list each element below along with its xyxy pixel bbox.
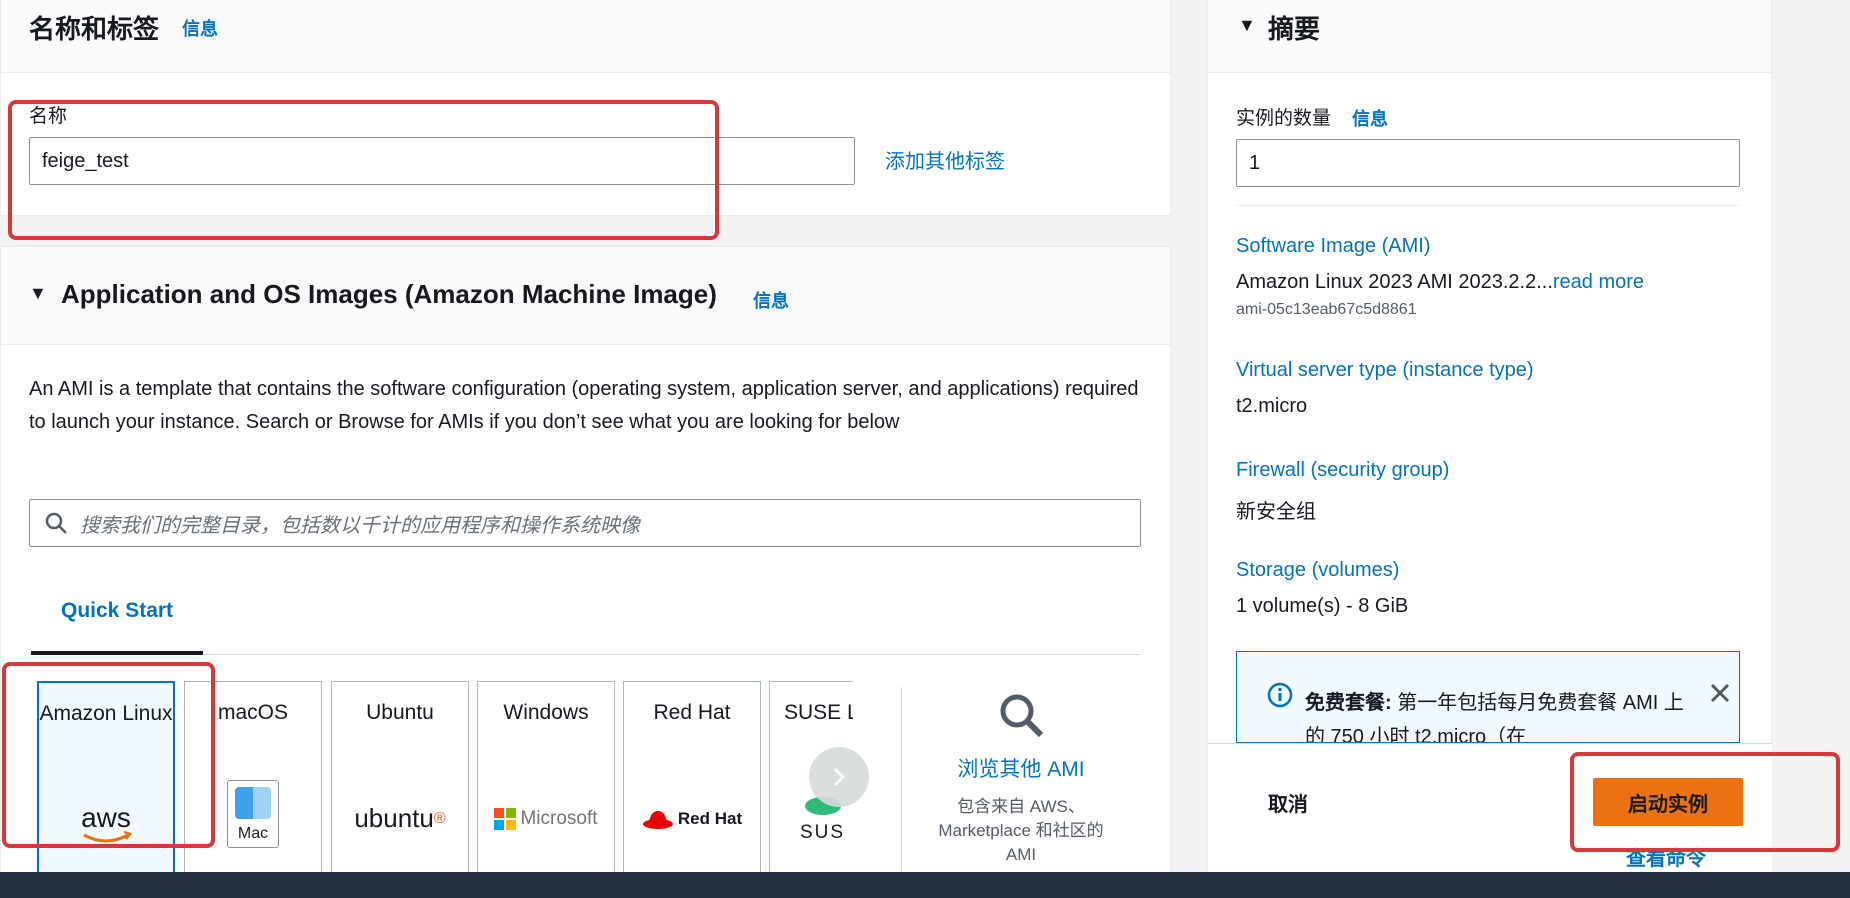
ami-id: ami-05c13eab67c5d8861 <box>1236 301 1417 318</box>
instances-input-value: 1 <box>1249 151 1261 174</box>
aws-logo-icon: aws <box>39 803 173 847</box>
free-tier-alert: 免费套餐: 第一年包括每月免费套餐 AMI 上的 750 小时 t2.micro… <box>1236 651 1740 743</box>
name-and-tags-panel: 名称和标签 信息 名称 feige_test 添加其他标签 <box>0 0 1171 216</box>
search-icon <box>45 512 67 534</box>
tiles-divider <box>901 687 902 887</box>
view-command-link[interactable]: 查看命令 <box>1626 842 1706 871</box>
tab-quick-start[interactable]: Quick Start <box>61 599 173 623</box>
instances-info-link[interactable]: 信息 <box>1352 105 1388 131</box>
cancel-button[interactable]: 取消 <box>1268 788 1308 817</box>
info-icon <box>1267 682 1293 708</box>
ami-info-link[interactable]: 信息 <box>753 287 789 313</box>
ami-panel: ▼ Application and OS Images (Amazon Mach… <box>0 246 1171 898</box>
summary-panel: ▼ 摘要 实例的数量 信息 1 Software Image (AMI) Ama… <box>1207 0 1773 898</box>
bottom-bar <box>0 872 1850 898</box>
name-label: 名称 <box>29 106 68 127</box>
firewall-label[interactable]: Firewall (security group) <box>1236 459 1449 482</box>
summary-title: 摘要 <box>1268 14 1321 44</box>
ami-search-input[interactable]: 搜索我们的完整目录，包括数以千计的应用程序和操作系统映像 <box>29 499 1141 547</box>
firewall-value: 新安全组 <box>1236 501 1316 523</box>
microsoft-logo-icon: Microsoft <box>478 802 614 835</box>
tile-label: Ubuntu <box>366 701 434 724</box>
instances-input[interactable]: 1 <box>1236 139 1740 187</box>
tile-label: Windows <box>503 701 589 724</box>
tile-ubuntu[interactable]: Ubuntu ubuntu ® <box>331 681 469 881</box>
tile-label: Amazon Linux <box>39 702 173 725</box>
summary-divider <box>1236 205 1740 206</box>
tile-windows[interactable]: Windows Microsoft <box>477 681 615 881</box>
chevron-right-icon <box>833 767 846 787</box>
summary-header: ▼ 摘要 <box>1208 0 1771 73</box>
tile-red-hat[interactable]: Red Hat Red Hat <box>623 681 761 881</box>
mac-logo-icon: Mac <box>185 780 321 848</box>
ami-summary-label[interactable]: Software Image (AMI) <box>1236 235 1431 258</box>
name-input-value: feige_test <box>42 149 129 172</box>
instances-label: 实例的数量 <box>1236 108 1332 129</box>
name-and-tags-header: 名称和标签 信息 <box>1 0 1170 73</box>
ami-title: Application and OS Images (Amazon Machin… <box>61 279 717 309</box>
search-placeholder: 搜索我们的完整目录，包括数以千计的应用程序和操作系统映像 <box>80 514 640 537</box>
ami-header: ▼ Application and OS Images (Amazon Mach… <box>1 247 1170 345</box>
tile-label: SUSE Li <box>784 701 853 724</box>
browse-more-amis-description: 包含来自 AWS、Marketplace 和社区的 AMI <box>938 797 1104 864</box>
read-more-link[interactable]: read more <box>1553 271 1644 293</box>
redhat-logo-icon: Red Hat <box>624 802 760 835</box>
tile-amazon-linux[interactable]: Amazon Linux aws <box>37 681 175 881</box>
storage-value: 1 volume(s) - 8 GiB <box>1236 595 1409 617</box>
tile-macos[interactable]: macOS Mac <box>184 681 322 881</box>
name-and-tags-title: 名称和标签 <box>29 14 160 44</box>
scroll-next-button[interactable] <box>809 747 869 807</box>
launch-instance-button[interactable]: 启动实例 <box>1593 778 1743 826</box>
add-tags-link[interactable]: 添加其他标签 <box>885 145 1005 174</box>
browse-more-amis-link[interactable]: 浏览其他 AMI <box>921 753 1121 783</box>
page-right-margin <box>1772 0 1850 872</box>
tab-active-indicator <box>31 651 203 655</box>
instance-type-value: t2.micro <box>1236 395 1308 417</box>
svg-text:aws: aws <box>81 803 131 833</box>
instance-type-label[interactable]: Virtual server type (instance type) <box>1236 359 1534 382</box>
free-tier-text: 免费套餐: 第一年包括每月免费套餐 AMI 上的 750 小时 t2.micro… <box>1305 692 1684 743</box>
browse-search-icon <box>1000 694 1044 738</box>
name-input[interactable]: feige_test <box>29 137 855 185</box>
storage-label[interactable]: Storage (volumes) <box>1236 559 1399 582</box>
tile-label: macOS <box>217 701 288 724</box>
ubuntu-logo-icon: ubuntu ® <box>354 803 446 833</box>
collapse-triangle-icon[interactable]: ▼ <box>1238 15 1256 36</box>
tile-label: Red Hat <box>653 701 731 724</box>
collapse-triangle-icon[interactable]: ▼ <box>29 283 47 304</box>
name-info-link[interactable]: 信息 <box>182 15 218 41</box>
ami-description: An AMI is a template that contains the s… <box>29 378 1139 433</box>
close-icon[interactable] <box>1709 682 1731 704</box>
ami-summary-value: Amazon Linux 2023 AMI 2023.2.2...read mo… <box>1236 271 1645 293</box>
